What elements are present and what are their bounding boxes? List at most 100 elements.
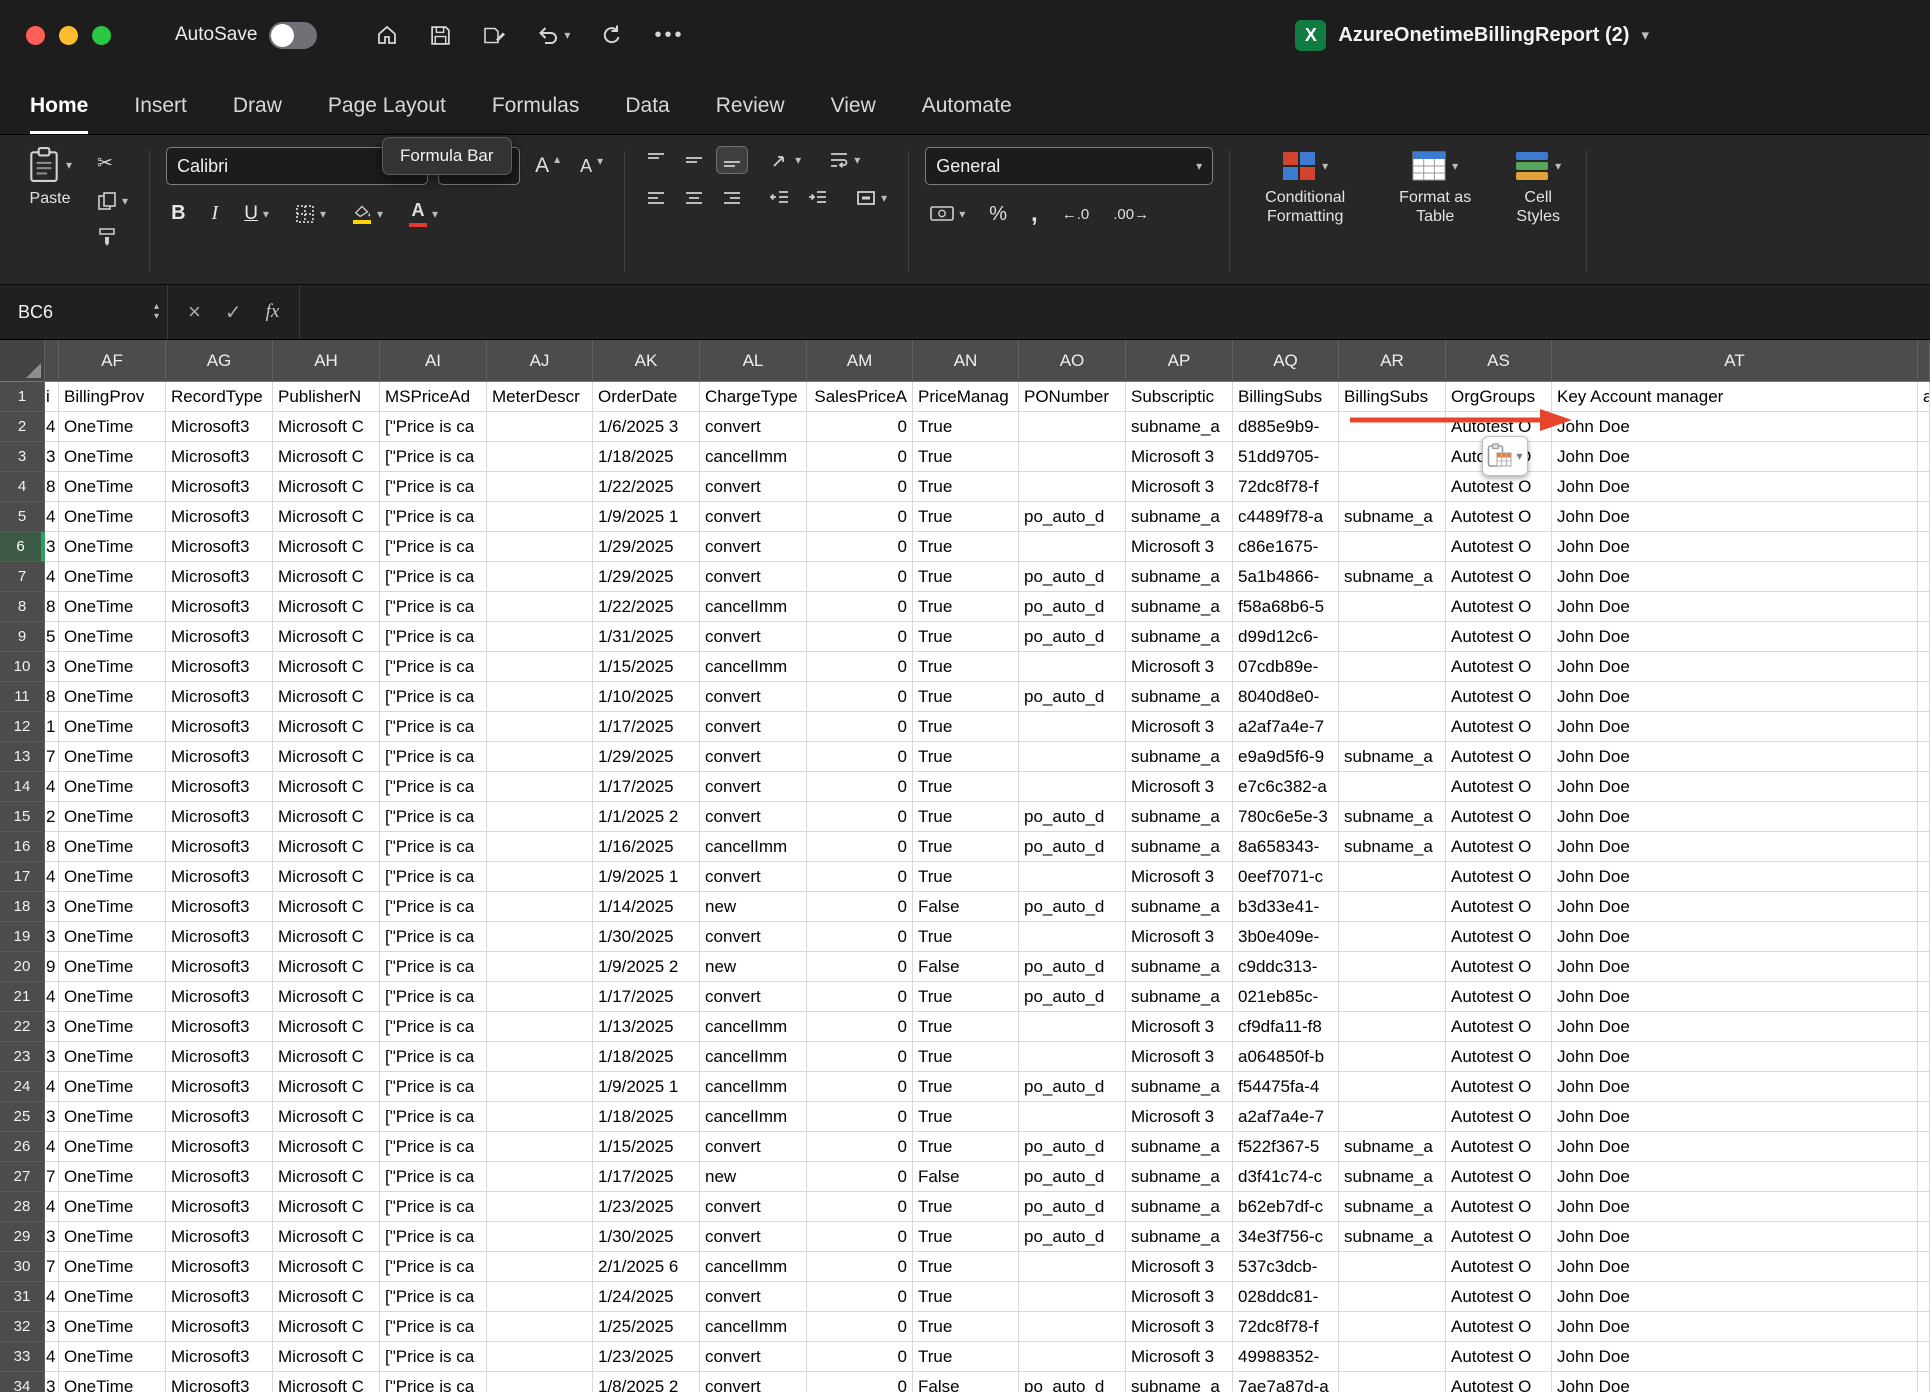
- fill-color-button[interactable]: ▾: [347, 201, 388, 227]
- cell-AO6[interactable]: [1019, 532, 1126, 562]
- cell-AT30[interactable]: John Doe: [1552, 1252, 1918, 1282]
- cell-AQ6[interactable]: c86e1675-: [1233, 532, 1339, 562]
- cell-AF24[interactable]: OneTime: [59, 1072, 166, 1102]
- cell-AO22[interactable]: [1019, 1012, 1126, 1042]
- cell-AG27[interactable]: Microsoft3: [166, 1162, 273, 1192]
- cell-AP15[interactable]: subname_a: [1126, 802, 1233, 832]
- cell-AM7[interactable]: 0: [807, 562, 913, 592]
- cell-AP11[interactable]: subname_a: [1126, 682, 1233, 712]
- cell-AL15[interactable]: convert: [700, 802, 807, 832]
- cell-AM9[interactable]: 0: [807, 622, 913, 652]
- cell-AQ8[interactable]: f58a68b6-5: [1233, 592, 1339, 622]
- cell-AM10[interactable]: 0: [807, 652, 913, 682]
- paste-options-button[interactable]: ▾: [1482, 436, 1528, 476]
- cell-AO20[interactable]: po_auto_d: [1019, 952, 1126, 982]
- cell-AH6[interactable]: Microsoft C: [273, 532, 380, 562]
- cell-AF27[interactable]: OneTime: [59, 1162, 166, 1192]
- cell-AL9[interactable]: convert: [700, 622, 807, 652]
- cell-AH23[interactable]: Microsoft C: [273, 1042, 380, 1072]
- cell-AK15[interactable]: 1/1/2025 2: [593, 802, 700, 832]
- cell-AJ5[interactable]: [487, 502, 593, 532]
- cell-AL14[interactable]: convert: [700, 772, 807, 802]
- cell-AN22[interactable]: True: [913, 1012, 1019, 1042]
- cell-AG34[interactable]: Microsoft3: [166, 1372, 273, 1392]
- cell-AI6[interactable]: ["Price is ca: [380, 532, 487, 562]
- cell-AH17[interactable]: Microsoft C: [273, 862, 380, 892]
- cell-AP30[interactable]: Microsoft 3: [1126, 1252, 1233, 1282]
- cell-AQ13[interactable]: e9a9d5f6-9: [1233, 742, 1339, 772]
- font-color-button[interactable]: A ▾: [404, 197, 443, 230]
- cell-AL29[interactable]: convert: [700, 1222, 807, 1252]
- row-header-4[interactable]: 4: [0, 472, 45, 502]
- cell-AL18[interactable]: new: [700, 892, 807, 922]
- cell-AQ27[interactable]: d3f41c74-c: [1233, 1162, 1339, 1192]
- cell-AT10[interactable]: John Doe: [1552, 652, 1918, 682]
- cell-AI8[interactable]: ["Price is ca: [380, 592, 487, 622]
- decrease-indent-button[interactable]: [765, 185, 795, 211]
- cell-sliver12[interactable]: 1: [45, 712, 59, 742]
- tab-draw[interactable]: Draw: [233, 94, 282, 134]
- cell-tail20[interactable]: [1918, 952, 1930, 982]
- cell-AT31[interactable]: John Doe: [1552, 1282, 1918, 1312]
- row-header-33[interactable]: 33: [0, 1342, 45, 1372]
- cell-AH14[interactable]: Microsoft C: [273, 772, 380, 802]
- cell-AJ31[interactable]: [487, 1282, 593, 1312]
- cell-AS1[interactable]: OrgGroups: [1446, 382, 1552, 412]
- cell-AS21[interactable]: Autotest O: [1446, 982, 1552, 1012]
- cell-AK12[interactable]: 1/17/2025: [593, 712, 700, 742]
- cell-AI2[interactable]: ["Price is ca: [380, 412, 487, 442]
- cell-AP3[interactable]: Microsoft 3: [1126, 442, 1233, 472]
- cell-AH30[interactable]: Microsoft C: [273, 1252, 380, 1282]
- cell-AT9[interactable]: John Doe: [1552, 622, 1918, 652]
- cell-AS20[interactable]: Autotest O: [1446, 952, 1552, 982]
- cell-AI4[interactable]: ["Price is ca: [380, 472, 487, 502]
- cell-AK31[interactable]: 1/24/2025: [593, 1282, 700, 1312]
- cell-AG29[interactable]: Microsoft3: [166, 1222, 273, 1252]
- cell-AL11[interactable]: convert: [700, 682, 807, 712]
- row-header-18[interactable]: 18: [0, 892, 45, 922]
- cell-AG9[interactable]: Microsoft3: [166, 622, 273, 652]
- cell-tail31[interactable]: [1918, 1282, 1930, 1312]
- cell-AI24[interactable]: ["Price is ca: [380, 1072, 487, 1102]
- cell-tail32[interactable]: [1918, 1312, 1930, 1342]
- cell-AH12[interactable]: Microsoft C: [273, 712, 380, 742]
- cell-AI21[interactable]: ["Price is ca: [380, 982, 487, 1012]
- align-bottom-button[interactable]: [717, 147, 747, 173]
- formula-input[interactable]: [300, 285, 1930, 339]
- cell-AG8[interactable]: Microsoft3: [166, 592, 273, 622]
- cell-AJ15[interactable]: [487, 802, 593, 832]
- cell-AI27[interactable]: ["Price is ca: [380, 1162, 487, 1192]
- cell-AH32[interactable]: Microsoft C: [273, 1312, 380, 1342]
- cell-AO8[interactable]: po_auto_d: [1019, 592, 1126, 622]
- cell-AF23[interactable]: OneTime: [59, 1042, 166, 1072]
- cell-sliver7[interactable]: 4: [45, 562, 59, 592]
- number-format-combo[interactable]: General▾: [925, 147, 1213, 185]
- cell-tail2[interactable]: [1918, 412, 1930, 442]
- cell-AL1[interactable]: ChargeType: [700, 382, 807, 412]
- cell-AF5[interactable]: OneTime: [59, 502, 166, 532]
- cell-AO13[interactable]: [1019, 742, 1126, 772]
- cell-AF16[interactable]: OneTime: [59, 832, 166, 862]
- cell-AO9[interactable]: po_auto_d: [1019, 622, 1126, 652]
- cell-AP14[interactable]: Microsoft 3: [1126, 772, 1233, 802]
- cell-AJ8[interactable]: [487, 592, 593, 622]
- cell-AM29[interactable]: 0: [807, 1222, 913, 1252]
- cell-AH26[interactable]: Microsoft C: [273, 1132, 380, 1162]
- cell-AH3[interactable]: Microsoft C: [273, 442, 380, 472]
- cell-AQ15[interactable]: 780c6e5e-3: [1233, 802, 1339, 832]
- name-box[interactable]: BC6 ▴▾: [0, 285, 168, 339]
- cell-AR31[interactable]: [1339, 1282, 1446, 1312]
- cell-AJ7[interactable]: [487, 562, 593, 592]
- cell-AM14[interactable]: 0: [807, 772, 913, 802]
- cell-AH18[interactable]: Microsoft C: [273, 892, 380, 922]
- cell-AO31[interactable]: [1019, 1282, 1126, 1312]
- cell-AI18[interactable]: ["Price is ca: [380, 892, 487, 922]
- cell-AP26[interactable]: subname_a: [1126, 1132, 1233, 1162]
- cell-AS33[interactable]: Autotest O: [1446, 1342, 1552, 1372]
- cell-tail33[interactable]: [1918, 1342, 1930, 1372]
- cell-AJ24[interactable]: [487, 1072, 593, 1102]
- cell-AS4[interactable]: Autotest O: [1446, 472, 1552, 502]
- cell-AK21[interactable]: 1/17/2025: [593, 982, 700, 1012]
- cell-AM16[interactable]: 0: [807, 832, 913, 862]
- cell-AK9[interactable]: 1/31/2025: [593, 622, 700, 652]
